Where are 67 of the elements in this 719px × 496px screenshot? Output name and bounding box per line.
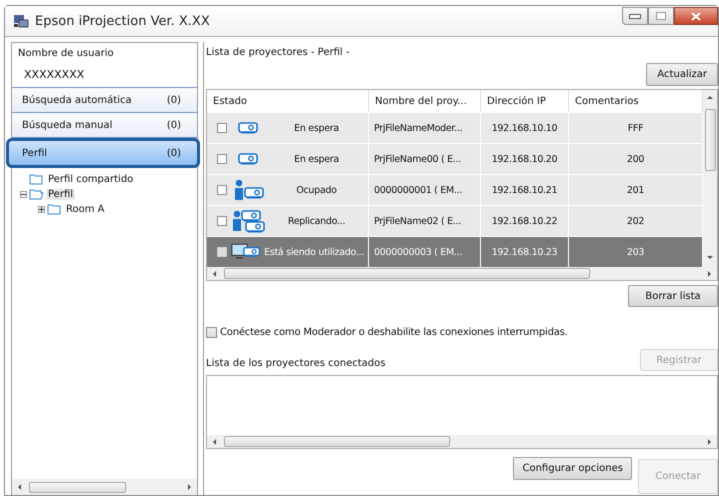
table-cell: 192.168.10.22 bbox=[481, 205, 569, 236]
moderator-option-label: Conéctese como Moderador o deshabilite las conexiones interrumpidas. bbox=[220, 327, 568, 338]
row-checkbox[interactable] bbox=[217, 123, 227, 133]
sidebar-item-label: Perfil bbox=[22, 148, 48, 158]
user-name: XXXXXXXX bbox=[23, 67, 86, 81]
horizontal-scrollbar[interactable] bbox=[207, 435, 717, 448]
table-cell: 192.168.10.10 bbox=[481, 112, 569, 143]
close-button[interactable] bbox=[674, 7, 718, 25]
status-text: En espera bbox=[293, 122, 340, 134]
table-cell: 200 bbox=[569, 143, 703, 174]
sidebar-item[interactable]: Búsqueda automática (0) bbox=[12, 88, 197, 113]
tree-item[interactable]: Perfil bbox=[46, 189, 76, 200]
sidebar-item-label: Búsqueda automática bbox=[22, 94, 132, 106]
status-cell[interactable]: Replicando... bbox=[207, 205, 369, 236]
connected-list-title: Lista de los proyectores conectados bbox=[206, 358, 386, 371]
sidebar-item[interactable]: Búsqueda manual (0) bbox=[12, 113, 197, 138]
row-checkbox[interactable] bbox=[217, 154, 227, 164]
status-cell[interactable]: En espera bbox=[207, 143, 369, 174]
table-cell: PrjFileName00 ( E... bbox=[369, 143, 481, 174]
refresh-button[interactable]: Actualizar bbox=[646, 63, 718, 86]
status-text: Ocupado bbox=[295, 184, 338, 196]
minimize-button[interactable] bbox=[622, 7, 648, 25]
table-cell: PrjFileNameModer... bbox=[369, 112, 481, 143]
tree-item[interactable]: Perfil compartido bbox=[46, 174, 136, 185]
table-cell: 202 bbox=[569, 205, 703, 236]
table-cell: 203 bbox=[569, 236, 703, 267]
vertical-scrollbar[interactable] bbox=[703, 90, 717, 267]
table-cell: 192.168.10.23 bbox=[481, 236, 569, 267]
sidebar-item[interactable]: Perfil (0) bbox=[6, 138, 200, 168]
status-text: Está siendo utilizado... bbox=[264, 246, 364, 258]
clear-list-button[interactable]: Borrar lista bbox=[628, 285, 718, 307]
row-checkbox[interactable] bbox=[217, 216, 227, 226]
status-text: En espera bbox=[293, 154, 340, 164]
row-checkbox[interactable] bbox=[217, 185, 227, 195]
row-checkbox[interactable] bbox=[217, 247, 227, 257]
item-count: (0) bbox=[166, 148, 181, 158]
collapse-icon[interactable] bbox=[20, 191, 27, 198]
table-cell: PrjFileName02 ( E... bbox=[369, 205, 481, 236]
horizontal-scrollbar[interactable] bbox=[12, 479, 197, 495]
table-cell: FFF bbox=[569, 112, 703, 143]
expand-icon[interactable] bbox=[38, 206, 45, 213]
configure-options-button[interactable]: Configurar opciones bbox=[513, 457, 632, 480]
app-icon bbox=[13, 14, 29, 28]
tree-item[interactable]: Room A bbox=[64, 204, 106, 215]
folder-icon bbox=[29, 174, 44, 185]
item-count: (0) bbox=[166, 120, 181, 130]
table-cell: 201 bbox=[569, 174, 703, 205]
status-cell[interactable]: Está siendo utilizado... bbox=[207, 236, 369, 267]
table-cell: 0000000001 ( EM... bbox=[369, 174, 481, 205]
user-projectors-icon bbox=[231, 209, 265, 233]
moderator-checkbox[interactable] bbox=[206, 327, 217, 338]
close-icon bbox=[691, 12, 701, 20]
table-cell: 0000000003 ( EM... bbox=[369, 236, 481, 267]
horizontal-scrollbar[interactable] bbox=[207, 267, 717, 280]
open-folder-icon bbox=[29, 189, 44, 200]
status-cell[interactable]: Ocupado bbox=[207, 174, 369, 205]
sidebar-item-label: Búsqueda manual bbox=[22, 120, 112, 130]
window-title: Epson iProjection Ver. X.XX bbox=[35, 14, 210, 28]
status-cell[interactable]: En espera bbox=[207, 112, 369, 143]
table-cell: 192.168.10.20 bbox=[481, 143, 569, 174]
item-count: (0) bbox=[166, 94, 181, 106]
list-title: Lista de proyectores - Perfil - bbox=[206, 46, 350, 58]
status-text: Replicando... bbox=[286, 216, 346, 226]
maximize-button[interactable] bbox=[648, 7, 674, 25]
table-cell: 192.168.10.21 bbox=[481, 174, 569, 205]
user-name-label: Nombre de usuario bbox=[17, 47, 115, 59]
folder-icon bbox=[47, 204, 62, 215]
